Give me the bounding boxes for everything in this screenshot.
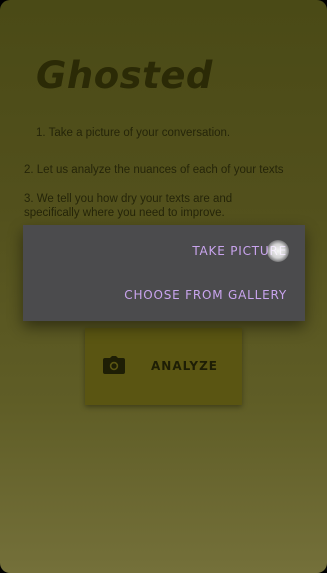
instruction-step-2: 2. Let us analyze the nuances of each of… (24, 164, 284, 176)
analyze-button[interactable]: ANALYZE (85, 328, 242, 405)
instruction-step-1: 1. Take a picture of your conversation. (36, 127, 231, 139)
app-screen: Ghosted 1. Take a picture of your conver… (0, 0, 327, 573)
camera-icon (103, 356, 125, 374)
analyze-label: ANALYZE (151, 359, 218, 373)
app-title: Ghosted (36, 54, 213, 97)
instruction-step-3: 3. We tell you how dry your texts are an… (24, 193, 233, 219)
touch-indicator (267, 240, 289, 262)
image-source-dialog: TAKE PICTURE CHOOSE FROM GALLERY (23, 225, 305, 321)
choose-from-gallery-option[interactable]: CHOOSE FROM GALLERY (124, 288, 287, 302)
